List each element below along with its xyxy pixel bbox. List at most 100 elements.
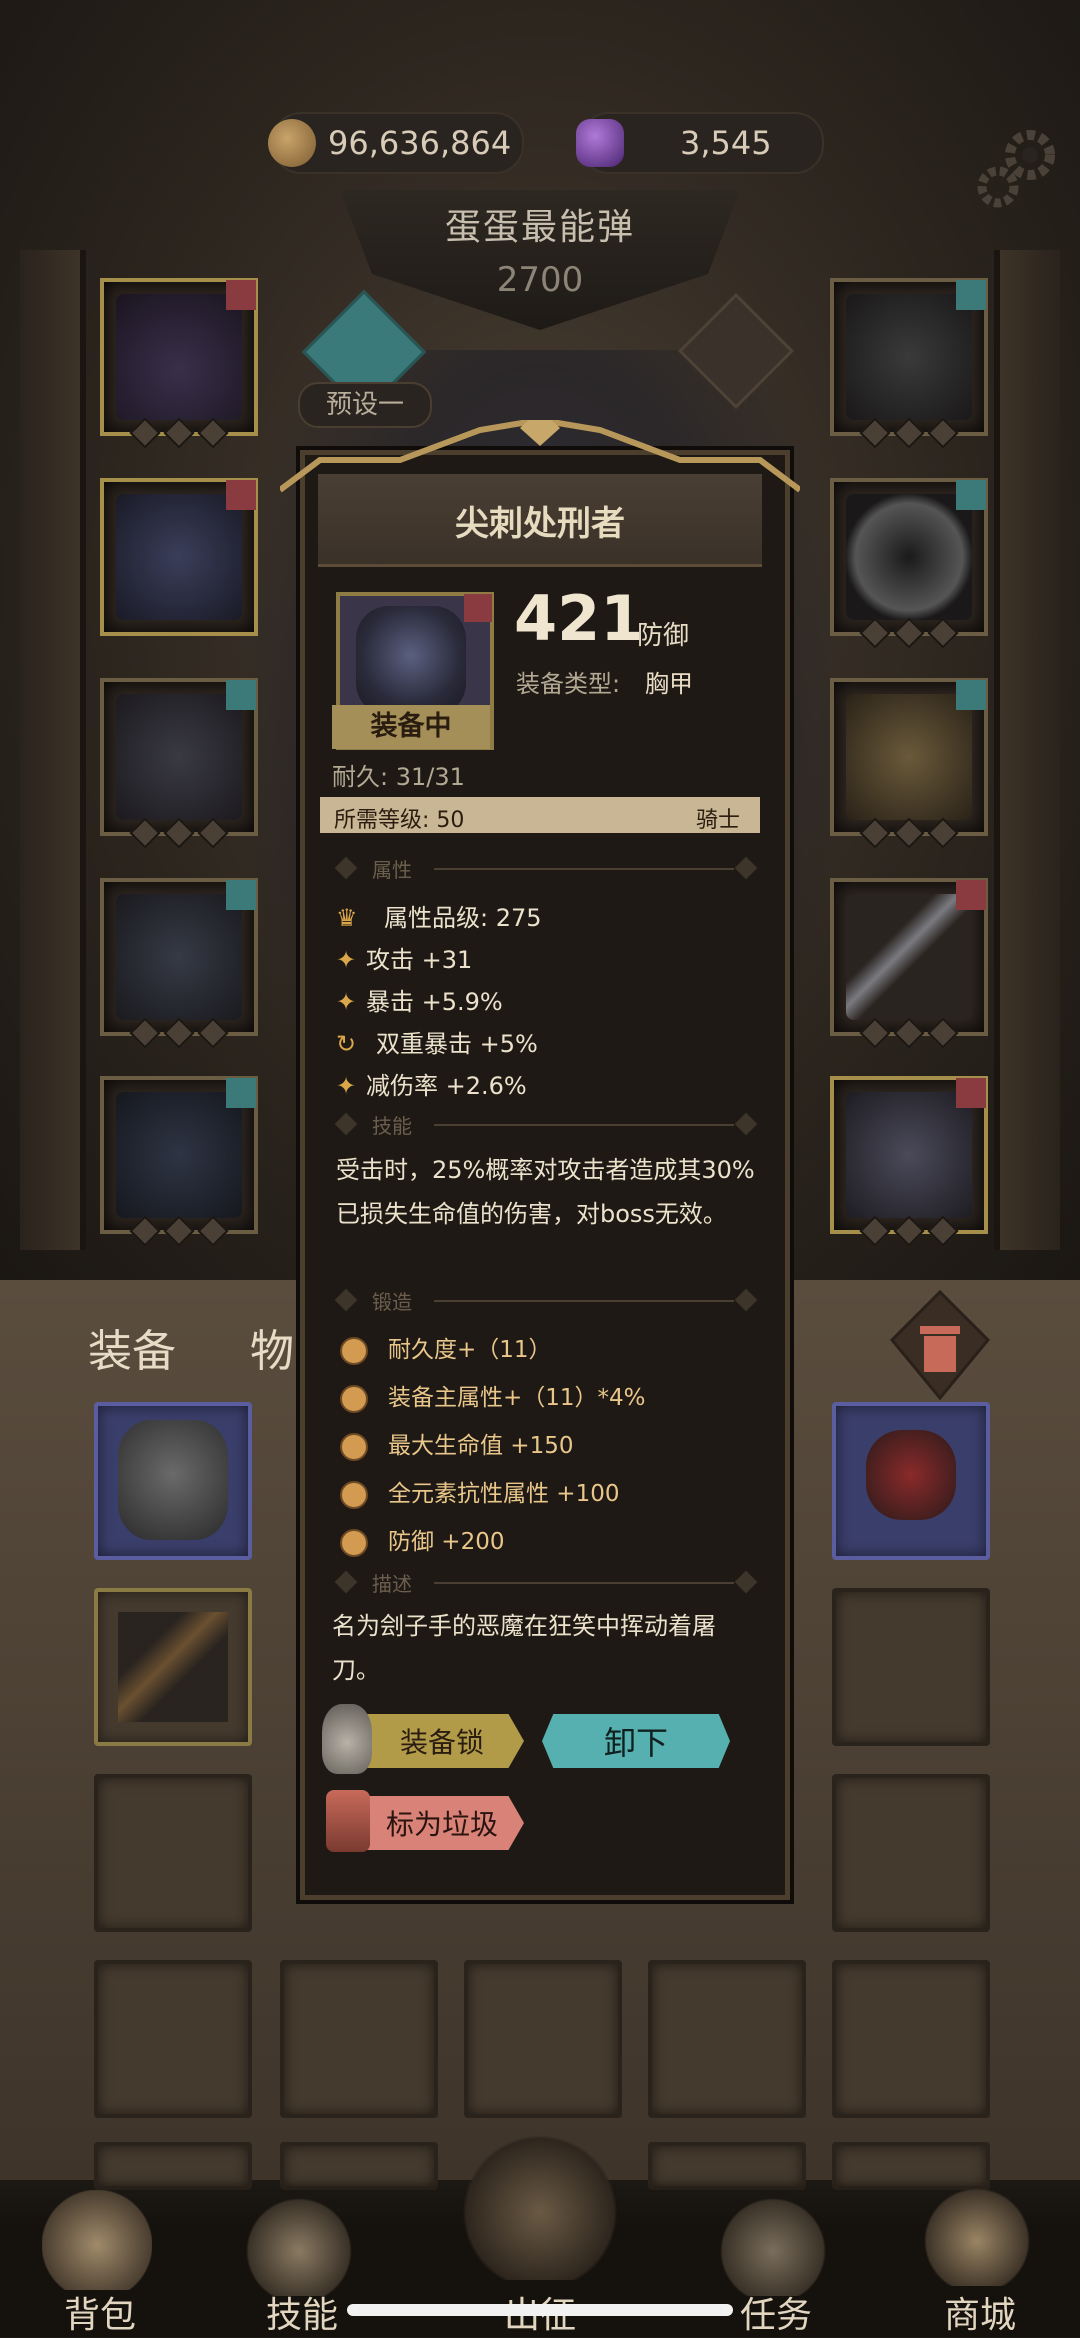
amulet-icon xyxy=(846,694,972,820)
star-icon: ✦ xyxy=(336,1072,357,1100)
forge-row: 防御 +200 xyxy=(340,1522,504,1557)
pauldron-icon xyxy=(116,694,242,820)
crystal-value: 3,545 xyxy=(680,124,772,162)
shield-icon xyxy=(846,1092,972,1218)
inventory-slot[interactable] xyxy=(832,1402,990,1560)
inventory-slot[interactable] xyxy=(94,1774,252,1932)
attribute-row: ↻ 双重暴击 +5% xyxy=(336,1030,538,1058)
chest-armor-icon xyxy=(116,494,242,620)
item-lore: 名为刽子手的恶魔在狂笑中挥动着屠刀。 xyxy=(332,1612,716,1684)
frame-left xyxy=(20,250,86,1250)
forge-orb-icon xyxy=(340,1336,368,1365)
inventory-slot[interactable] xyxy=(648,1960,806,2118)
class-requirement: 骑士 xyxy=(696,808,741,833)
skill-book-icon[interactable] xyxy=(244,2196,354,2296)
gold-coin-icon xyxy=(268,119,316,167)
inventory-slot[interactable] xyxy=(832,1588,990,1746)
equip-slot-ring[interactable] xyxy=(830,478,988,649)
inventory-slot[interactable] xyxy=(464,1960,622,2118)
settings-gear-icon[interactable] xyxy=(970,125,1060,215)
equip-slot-shoulder[interactable] xyxy=(100,678,258,849)
equip-slot-amulet[interactable] xyxy=(830,678,988,849)
attribute-row: ♛ 属性品级: 275 xyxy=(336,904,542,932)
gold-counter: 96,636,864 xyxy=(268,112,524,174)
stat-unit: 防御 xyxy=(637,621,690,651)
rarity-badge xyxy=(956,480,986,510)
frame-right xyxy=(994,250,1060,1250)
rarity-badge xyxy=(226,280,256,310)
equip-slot-weapon[interactable] xyxy=(830,878,988,1049)
lock-icon xyxy=(322,1704,372,1774)
boots-icon xyxy=(116,1092,242,1218)
section-description: 描述 xyxy=(334,1568,758,1598)
level-requirement: 所需等级: 50 xyxy=(334,808,465,833)
section-attributes: 属性 xyxy=(334,854,758,884)
attribute-row: ✦ 暴击 +5.9% xyxy=(336,988,503,1016)
inventory-slot[interactable] xyxy=(94,1588,252,1746)
forge-orb-icon xyxy=(340,1480,368,1509)
inventory-slot[interactable] xyxy=(94,1402,252,1560)
star-icon: ✦ xyxy=(336,946,357,974)
forge-row: 耐久度+（11） xyxy=(340,1330,552,1365)
rarity-badge xyxy=(956,280,986,310)
nav-backpack[interactable]: 背包 xyxy=(30,2286,170,2338)
crystal-icon xyxy=(576,119,624,167)
forge-row: 最大生命值 +150 xyxy=(340,1426,573,1461)
forge-row: 全元素抗性属性 +100 xyxy=(340,1474,619,1509)
helmet-icon xyxy=(116,294,242,420)
leg-armor-icon xyxy=(116,894,242,1020)
inventory-slot[interactable] xyxy=(280,1960,438,2118)
item-name: 尖刺处刑者 xyxy=(455,504,625,544)
attribute-row: ✦ 攻击 +31 xyxy=(336,946,473,974)
rarity-badge xyxy=(226,880,256,910)
backpack-icon[interactable] xyxy=(42,2190,152,2290)
cross-necklace-icon xyxy=(846,294,972,420)
equipped-label: 装备中 xyxy=(332,705,490,749)
forge-row: 装备主属性+（11）*4% xyxy=(340,1378,646,1413)
hero-name: 蛋蛋最能弹 xyxy=(444,207,635,248)
durability-text: 耐久: 31/31 xyxy=(332,763,465,791)
inventory-slot[interactable] xyxy=(832,1960,990,2118)
trash-can-icon xyxy=(326,1790,370,1852)
armor-icon xyxy=(118,1420,228,1540)
forge-orb-icon xyxy=(340,1384,368,1413)
rarity-badge xyxy=(464,594,492,622)
forge-orb-icon xyxy=(340,1432,368,1461)
equip-slot-legs[interactable] xyxy=(100,878,258,1049)
expedition-icon[interactable] xyxy=(462,2130,618,2280)
equip-slot-shield[interactable] xyxy=(830,1076,988,1247)
crystal-counter: 3,545 xyxy=(576,112,824,174)
equip-slot-chest[interactable] xyxy=(100,478,258,636)
attribute-row: ✦ 减伤率 +2.6% xyxy=(336,1072,527,1100)
shop-icon[interactable] xyxy=(922,2186,1032,2286)
sword-icon xyxy=(118,1612,228,1722)
sword-icon xyxy=(846,894,972,1020)
nav-shop[interactable]: 商城 xyxy=(910,2286,1050,2338)
section-skill: 技能 xyxy=(334,1110,758,1140)
unequip-button[interactable]: 卸下 xyxy=(542,1714,730,1768)
quest-scroll-icon[interactable] xyxy=(718,2196,828,2296)
power-value: 2700 xyxy=(496,260,584,300)
rarity-badge xyxy=(956,680,986,710)
inventory-slot[interactable] xyxy=(832,1774,990,1932)
home-indicator[interactable] xyxy=(347,2304,733,2316)
section-forge: 锻造 xyxy=(334,1286,758,1316)
rarity-badge xyxy=(226,680,256,710)
trash-icon[interactable] xyxy=(890,1290,990,1400)
rarity-badge xyxy=(226,1078,256,1108)
equip-type-label: 装备类型: xyxy=(516,670,621,698)
star-icon: ✦ xyxy=(336,988,357,1016)
equip-slot-helmet[interactable] xyxy=(100,278,258,449)
stat-value: 421 xyxy=(514,582,644,655)
equip-slot-necklace[interactable] xyxy=(830,278,988,449)
inventory-slot[interactable] xyxy=(94,1960,252,2118)
grade-icon: ♛ xyxy=(336,904,358,932)
cycle-icon: ↻ xyxy=(336,1030,357,1058)
equip-slot-boots[interactable] xyxy=(100,1076,258,1247)
rarity-badge xyxy=(226,480,256,510)
rarity-badge xyxy=(956,1078,986,1108)
tab-equipment[interactable]: 装备 xyxy=(88,1315,176,1379)
rarity-badge xyxy=(956,880,986,910)
forge-orb-icon xyxy=(340,1528,368,1557)
skill-description: 受击时，25%概率对攻击者造成其30%已损失生命值的伤害，对boss无效。 xyxy=(336,1156,755,1228)
